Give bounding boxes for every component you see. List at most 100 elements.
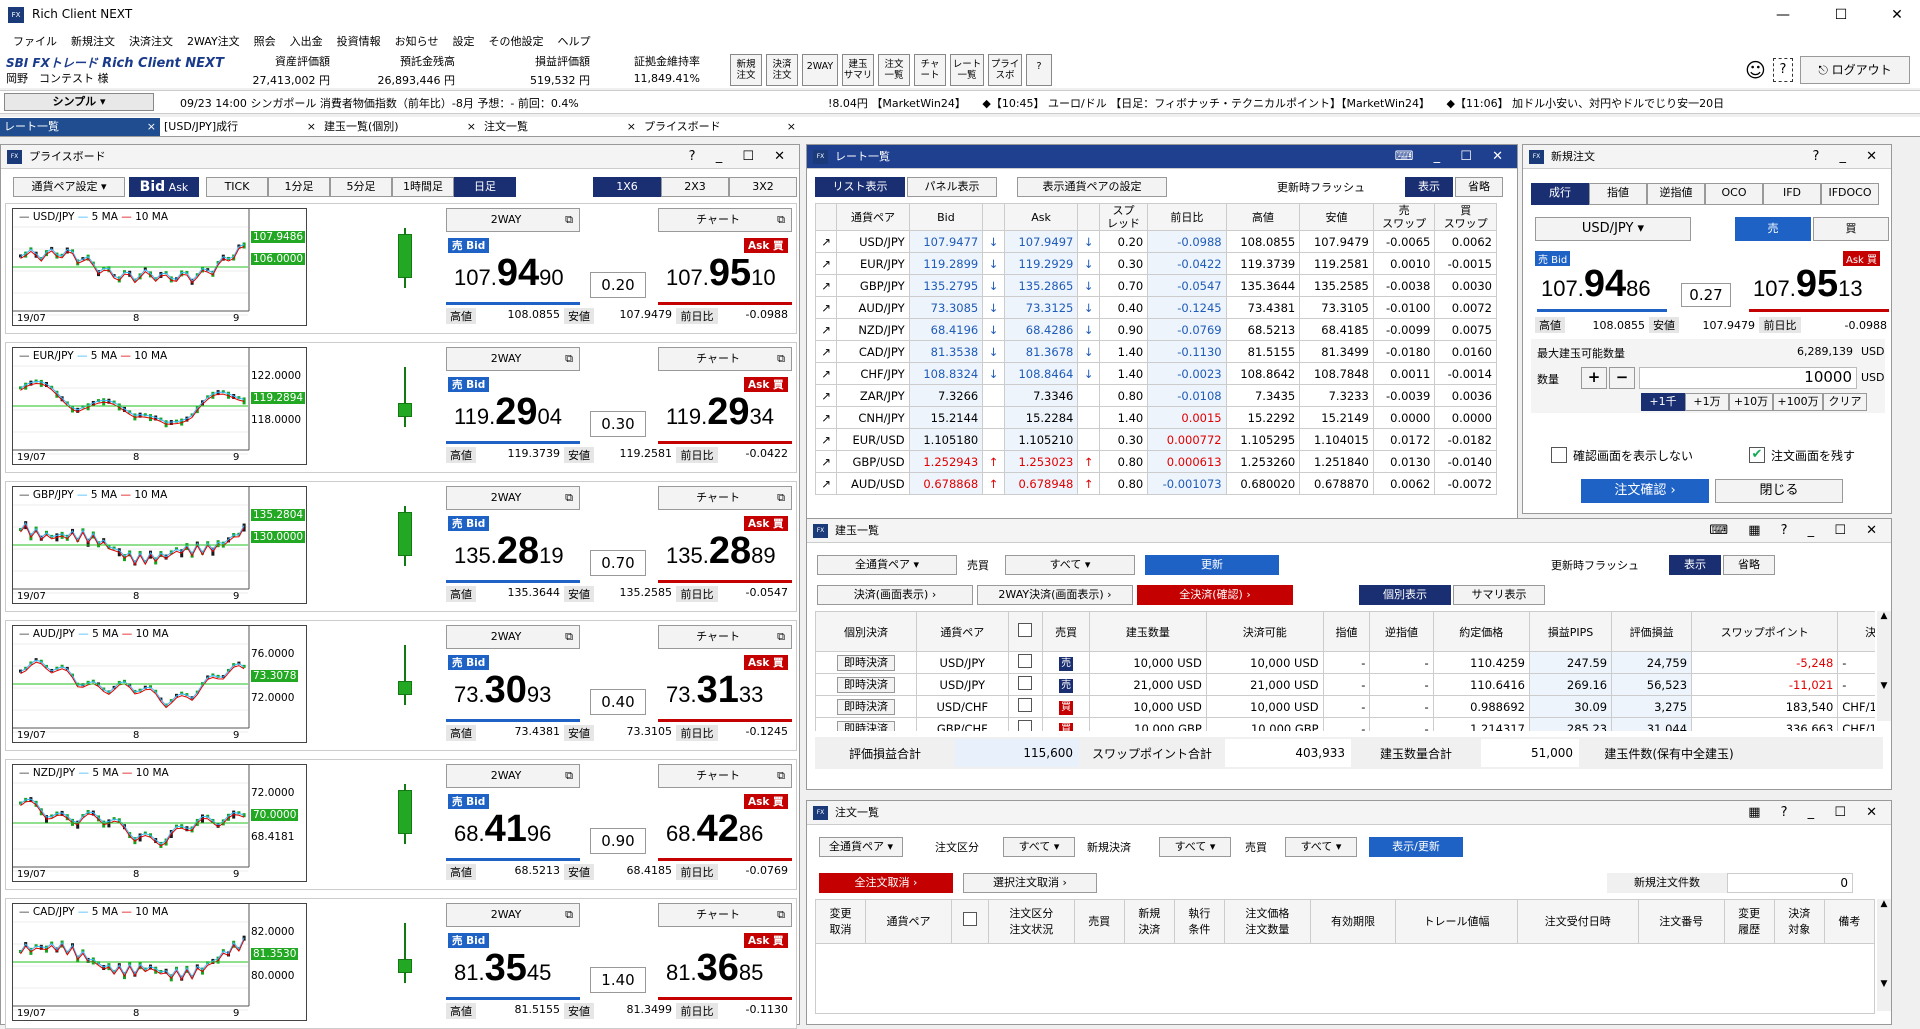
chart-trend-icon[interactable]: ↗ xyxy=(814,406,838,429)
select-all-checkbox[interactable] xyxy=(1018,623,1033,637)
mini-chart[interactable]: — GBP/JPY — 5 MA — 10 MA 135.2804 130.0000… xyxy=(12,486,307,604)
chart-trend-icon[interactable]: ↗ xyxy=(814,472,838,495)
layout-2x3[interactable]: 2X3 xyxy=(661,177,729,197)
positions-scrollbar[interactable]: ▲ ▼ xyxy=(1877,611,1891,721)
chart-trend-icon[interactable]: ↗ xyxy=(814,340,838,363)
2way-button[interactable]: 2WAY ⧉ xyxy=(446,625,580,649)
bid-price[interactable]: 68.4196 xyxy=(454,808,551,851)
order-col-header[interactable]: 変更 取消 xyxy=(814,899,867,944)
window-controls[interactable]: ⌨ _ ☐ ✕ xyxy=(1395,145,1511,169)
period-daily[interactable]: 日足 xyxy=(454,177,516,197)
keep-screen-checkbox[interactable]: ✔ xyxy=(1749,447,1765,463)
pair-setting-dropdown[interactable]: 通貨ペア設定 ▾ xyxy=(13,177,125,197)
ask-price[interactable]: 81.3685 xyxy=(666,947,763,990)
rate-bid[interactable]: 119.2899 xyxy=(908,252,984,275)
menu-other-settings[interactable]: その他設定 xyxy=(481,30,550,50)
2way-button[interactable]: 2WAY ⧉ xyxy=(446,208,580,232)
rate-bid[interactable]: 1.252943 xyxy=(908,450,984,473)
ask-price[interactable]: 68.4286 xyxy=(666,808,763,851)
select-all-checkbox[interactable] xyxy=(962,912,977,926)
no-confirm-checkbox[interactable] xyxy=(1551,447,1567,463)
bid-price[interactable]: 119.2904 xyxy=(454,391,562,434)
rate-row[interactable]: ↗ CAD/JPY 81.3538 ↓ 81.3678 ↓ 1.40 -0.1130 81.51… xyxy=(814,340,1497,363)
rate-col-header[interactable]: 通貨ペア xyxy=(836,203,910,231)
period-tick[interactable]: TICK xyxy=(206,177,268,197)
order-col-header[interactable]: 注文受付日時 xyxy=(1516,899,1639,944)
position-checkbox[interactable] xyxy=(1018,654,1033,668)
instant-settle-button[interactable]: 即時決済 xyxy=(837,654,895,671)
position-checkbox[interactable] xyxy=(1018,720,1033,731)
rate-row[interactable]: ↗ AUD/JPY 73.3085 ↓ 73.3125 ↓ 0.40 -0.1245 73.43… xyxy=(814,296,1497,319)
toolbar-settle-order-button[interactable]: 決済 注文 xyxy=(766,54,798,86)
orders-pair-select[interactable]: 全通貨ペア ▾ xyxy=(819,837,903,857)
rate-bid[interactable]: 135.2795 xyxy=(908,274,984,297)
chart-button[interactable]: チャート ⧉ xyxy=(658,347,792,371)
rate-ask[interactable]: 0.678948 xyxy=(1003,472,1079,495)
rate-col-header[interactable]: 安値 xyxy=(1299,203,1374,231)
help-icon[interactable]: ? xyxy=(1773,58,1793,82)
2way-button[interactable]: 2WAY ⧉ xyxy=(446,764,580,788)
rate-ask[interactable]: 119.2929 xyxy=(1003,252,1079,275)
tab-close-icon[interactable]: × xyxy=(627,118,636,136)
menu-news[interactable]: お知らせ xyxy=(388,30,446,50)
positions-show-button[interactable]: 表示 xyxy=(1669,555,1721,575)
position-col-header[interactable]: 約定価格 xyxy=(1432,611,1530,652)
ask-price[interactable]: 135.2889 xyxy=(666,530,776,573)
step-1m[interactable]: +100万 xyxy=(1773,393,1823,411)
order-col-header[interactable]: 売買 xyxy=(1073,899,1125,944)
chart-trend-icon[interactable]: ↗ xyxy=(814,274,838,297)
buy-side-button[interactable]: 買 xyxy=(1813,217,1889,241)
menu-settle-order[interactable]: 決済注文 xyxy=(122,30,180,50)
individual-view-button[interactable]: 個別表示 xyxy=(1359,585,1451,605)
position-row[interactable]: 即時決済 USD/JPY 売 10,000 USD 10,000 USD - -110.42… xyxy=(815,651,1875,674)
menu-inquiry[interactable]: 照会 xyxy=(247,30,283,50)
rate-row[interactable]: ↗ GBP/JPY 135.2795 ↓ 135.2865 ↓ 0.70 -0.0547 135… xyxy=(814,274,1497,297)
rate-row[interactable]: ↗ EUR/USD 1.105180 1.105210 0.30 0.000772 1.10… xyxy=(814,428,1497,451)
tab-orders[interactable]: 注文一覧 × xyxy=(480,118,640,136)
rate-ask[interactable]: 1.105210 xyxy=(1003,428,1079,451)
order-ask-price[interactable]: 107.9513 xyxy=(1753,263,1863,306)
chart-trend-icon[interactable]: ↗ xyxy=(814,384,838,407)
orders-new-select[interactable]: すべて ▾ xyxy=(1159,837,1231,857)
cancel-all-button[interactable]: 全注文取消 › xyxy=(819,873,953,893)
toolbar-rate-list-button[interactable]: レート 一覧 xyxy=(950,54,984,86)
position-col-header[interactable]: 逆指値 xyxy=(1369,611,1434,652)
rate-bid[interactable]: 81.3538 xyxy=(908,340,984,363)
order-col-header[interactable]: 執行 条件 xyxy=(1173,899,1225,944)
menu-invest-info[interactable]: 投資情報 xyxy=(330,30,388,50)
2way-button[interactable]: 2WAY ⧉ xyxy=(446,903,580,927)
menu-deposit[interactable]: 入出金 xyxy=(283,30,330,50)
chart-trend-icon[interactable]: ↗ xyxy=(814,362,838,385)
qty-minus-button[interactable]: − xyxy=(1609,367,1635,389)
chart-trend-icon[interactable]: ↗ xyxy=(814,296,838,319)
ask-price[interactable]: 119.2934 xyxy=(666,391,774,434)
rate-ask[interactable]: 7.3346 xyxy=(1003,384,1079,407)
sell-side-button[interactable]: 売 xyxy=(1735,217,1811,241)
toolbar-2way-button[interactable]: 2WAY xyxy=(802,54,838,86)
toolbar-new-order-button[interactable]: 新規 注文 xyxy=(730,54,762,86)
ticker-right[interactable]: !8.04円 【MarketWin24】 ◆【10:45】 ユーロ/ドル 【日足… xyxy=(828,95,1913,111)
tab-close-icon[interactable]: × xyxy=(787,118,796,136)
2way-button[interactable]: 2WAY ⧉ xyxy=(446,486,580,510)
rate-row[interactable]: ↗ USD/JPY 107.9477 ↓ 107.9497 ↓ 0.20 -0.0988 108… xyxy=(814,230,1497,253)
position-col-header[interactable]: 指値 xyxy=(1322,611,1371,652)
layout-3x2[interactable]: 3X2 xyxy=(729,177,797,197)
type-market[interactable]: 成行 xyxy=(1531,183,1589,205)
pair-display-setting-button[interactable]: 表示通貨ペアの設定 xyxy=(1017,177,1167,197)
position-col-header[interactable]: 決済 xyxy=(1837,611,1875,652)
rate-ask[interactable]: 15.2284 xyxy=(1003,406,1079,429)
order-col-header[interactable]: 注文番号 xyxy=(1637,899,1725,944)
menu-2way[interactable]: 2WAY注文 xyxy=(180,30,247,50)
chart-button[interactable]: チャート ⧉ xyxy=(658,208,792,232)
rate-bid[interactable]: 108.8324 xyxy=(908,362,984,385)
minimize-button[interactable]: — xyxy=(1760,0,1806,30)
order-col-header[interactable]: 通貨ペア xyxy=(865,899,952,944)
rate-ask[interactable]: 107.9497 xyxy=(1003,230,1079,253)
menu-help[interactable]: ヘルプ xyxy=(550,30,597,50)
type-stop[interactable]: 逆指値 xyxy=(1647,183,1705,205)
position-checkbox[interactable] xyxy=(1018,676,1033,690)
order-confirm-button[interactable]: 注文確認 › xyxy=(1581,479,1709,503)
tab-close-icon[interactable]: × xyxy=(307,118,316,136)
rate-col-header[interactable]: Bid xyxy=(908,203,984,231)
window-controls[interactable]: ▦ ? _ ☐ ✕ xyxy=(1748,801,1885,825)
